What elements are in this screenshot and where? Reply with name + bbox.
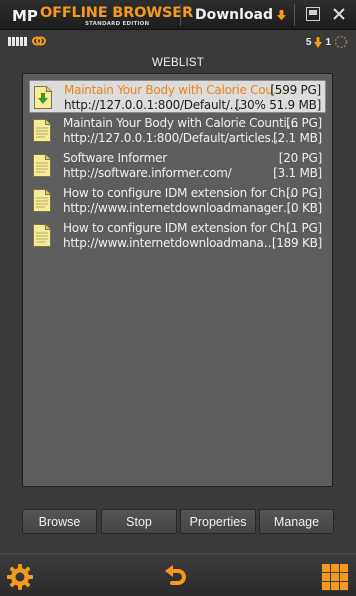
page-icon bbox=[33, 154, 51, 177]
properties-button[interactable]: Properties bbox=[180, 509, 256, 534]
bottom-toolbar bbox=[0, 553, 356, 596]
status-bar: 5 1 bbox=[0, 30, 356, 52]
item-pages: [0 PG] bbox=[286, 186, 322, 200]
item-title: How to configure IDM extension for Ch… bbox=[63, 221, 298, 235]
page-icon bbox=[33, 189, 51, 212]
list-item[interactable]: How to configure IDM extension for Ch… h… bbox=[29, 219, 326, 252]
list-item[interactable]: Maintain Your Body with Calorie Counti… … bbox=[29, 114, 326, 147]
edition-label: STANDARD EDITION bbox=[85, 21, 150, 27]
weblist-panel[interactable]: Maintain Your Body with Calorie Cou… htt… bbox=[22, 73, 333, 487]
page-icon bbox=[33, 224, 51, 247]
download-label: Download bbox=[195, 7, 274, 23]
item-url: http://software.informer.com/ bbox=[63, 166, 232, 180]
queued-count: 5 bbox=[305, 36, 312, 48]
manage-button[interactable]: Manage bbox=[259, 509, 334, 534]
browse-button[interactable]: Browse bbox=[22, 509, 97, 534]
undo-icon[interactable] bbox=[163, 563, 189, 589]
close-icon[interactable] bbox=[332, 7, 346, 21]
list-item[interactable]: Software Informer http://software.inform… bbox=[29, 149, 326, 182]
item-url: http://www.internetdownloadmanager… bbox=[63, 201, 295, 215]
minimize-to-tray-icon[interactable] bbox=[306, 7, 320, 21]
divider bbox=[180, 4, 181, 26]
divider bbox=[294, 4, 295, 26]
settings-gear-icon[interactable] bbox=[6, 563, 34, 591]
download-arrow-icon bbox=[277, 9, 286, 20]
active-count: 1 bbox=[325, 36, 331, 48]
grid-view-icon[interactable] bbox=[321, 563, 349, 591]
list-item[interactable]: How to configure IDM extension for Ch… h… bbox=[29, 184, 326, 217]
weblist-title: WEBLIST bbox=[152, 57, 204, 69]
item-pages: [6 PG] bbox=[286, 116, 322, 130]
download-arrow-icon bbox=[314, 36, 323, 48]
item-size: [0 KB] bbox=[286, 201, 323, 215]
item-size: [189 KB] bbox=[271, 236, 322, 250]
item-title: Maintain Your Body with Calorie Counti… bbox=[63, 116, 299, 130]
list-item[interactable]: Maintain Your Body with Calorie Cou… htt… bbox=[29, 80, 326, 113]
item-pages: [599 PG] bbox=[270, 83, 321, 97]
stop-button[interactable]: Stop bbox=[101, 509, 177, 534]
title-bar: MP OFFLINE BROWSER STANDARD EDITION Down… bbox=[0, 0, 356, 30]
page-download-icon bbox=[34, 86, 52, 109]
item-pages: [1 PG] bbox=[286, 221, 322, 235]
activity-spinner-icon bbox=[334, 35, 348, 49]
item-title: Software Informer bbox=[63, 151, 167, 165]
item-size: [2.1 MB] bbox=[273, 131, 322, 145]
brand-name: OFFLINE BROWSER bbox=[40, 5, 193, 21]
item-title: Maintain Your Body with Calorie Cou… bbox=[64, 83, 285, 97]
item-url: http://127.0.0.1:800/Default/… bbox=[64, 98, 242, 112]
battery-icon bbox=[8, 37, 28, 46]
item-pages: [20 PG] bbox=[278, 151, 322, 165]
item-url: http://www.internetdownloadmana… bbox=[63, 236, 276, 250]
link-icon[interactable] bbox=[32, 36, 46, 46]
item-size: [3.1 MB] bbox=[273, 166, 322, 180]
transfer-status: 5 1 bbox=[306, 34, 348, 50]
item-size: [30% 51.9 MB] bbox=[235, 98, 321, 112]
brand-prefix: MP bbox=[12, 7, 38, 25]
page-icon bbox=[33, 119, 51, 142]
item-title: How to configure IDM extension for Ch… bbox=[63, 186, 298, 200]
download-button[interactable]: Download bbox=[186, 4, 286, 26]
item-url: http://127.0.0.1:800/Default/articles… bbox=[63, 131, 283, 145]
